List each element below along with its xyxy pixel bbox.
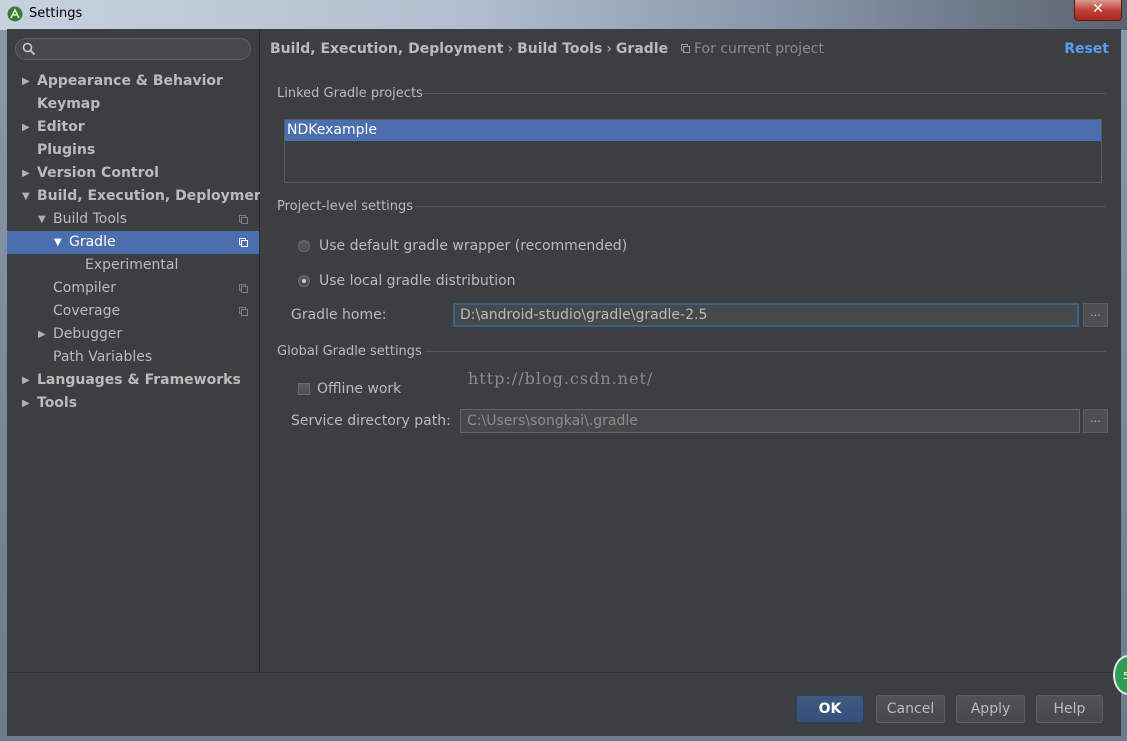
section-divider (415, 206, 1106, 207)
ok-button[interactable]: OK (796, 695, 864, 723)
sidebar-item-label: Debugger (53, 326, 123, 342)
gradle-home-input[interactable]: D:\android-studio\gradle\gradle-2.5 (453, 303, 1079, 327)
section-project-level: Project-level settings (277, 199, 414, 214)
breadcrumb-part: Build Tools (517, 41, 603, 57)
android-studio-icon (7, 6, 23, 22)
search-icon (22, 42, 36, 56)
scope-note: For current project (694, 41, 824, 57)
section-divider (425, 351, 1106, 352)
breadcrumb: Build, Execution, Deployment › Build Tools… (270, 41, 824, 57)
project-scope-icon (239, 307, 248, 316)
expand-arrow-icon[interactable]: ▶ (22, 162, 30, 185)
radio-local-distribution[interactable] (298, 275, 310, 287)
settings-dialog: ▶ Appearance & Behavior Keymap ▶ Editor … (7, 29, 1121, 736)
section-linked-projects: Linked Gradle projects (277, 86, 423, 101)
settings-content-panel: Build, Execution, Deployment › Build Tools… (260, 29, 1121, 672)
sidebar-item-label: Editor (37, 119, 85, 135)
offline-work-checkbox[interactable] (298, 383, 310, 395)
sidebar-item-appearance-behavior[interactable]: ▶ Appearance & Behavior (7, 70, 259, 93)
cancel-button[interactable]: Cancel (876, 695, 945, 723)
watermark-text: http://blog.csdn.net/ (468, 369, 654, 388)
collapse-arrow-icon[interactable]: ▼ (54, 231, 62, 254)
sidebar-item-version-control[interactable]: ▶ Version Control (7, 162, 259, 185)
expand-arrow-icon[interactable]: ▶ (38, 323, 46, 346)
service-directory-browse-button[interactable]: ... (1083, 409, 1108, 433)
expand-arrow-icon[interactable]: ▶ (22, 116, 30, 139)
radio-label[interactable]: Use default gradle wrapper (recommended) (319, 238, 627, 254)
sidebar-item-label: Build Tools (53, 211, 128, 227)
sidebar-item-compiler[interactable]: Compiler (7, 277, 259, 300)
sidebar-item-label: Keymap (37, 96, 101, 112)
list-item[interactable]: NDKexample (285, 120, 1101, 141)
breadcrumb-separator: › (507, 41, 514, 57)
collapse-arrow-icon[interactable]: ▼ (38, 208, 46, 231)
help-button[interactable]: Help (1036, 695, 1103, 723)
expand-arrow-icon[interactable]: ▶ (22, 369, 30, 392)
sidebar-item-label: Build, Execution, Deployment (37, 188, 271, 204)
sidebar-item-label: Coverage (53, 303, 121, 319)
sidebar-item-experimental[interactable]: Experimental (7, 254, 259, 277)
sidebar-item-label: Languages & Frameworks (37, 372, 241, 388)
settings-sidebar: ▶ Appearance & Behavior Keymap ▶ Editor … (7, 29, 271, 672)
breadcrumb-part: Build, Execution, Deployment (270, 41, 504, 57)
sidebar-item-label: Experimental (85, 257, 179, 273)
sidebar-item-label: Tools (37, 395, 78, 411)
sidebar-item-label: Version Control (37, 165, 159, 181)
close-button[interactable]: ✕ (1074, 0, 1122, 21)
collapse-arrow-icon[interactable]: ▼ (22, 185, 30, 208)
reset-link[interactable]: Reset (1064, 41, 1109, 57)
project-scope-icon (680, 44, 690, 53)
search-field[interactable] (15, 38, 251, 60)
section-divider (422, 93, 1106, 94)
sidebar-item-build-execution-deployment[interactable]: ▼ Build, Execution, Deployment (7, 185, 271, 208)
expand-arrow-icon[interactable]: ▶ (22, 70, 30, 93)
apply-button[interactable]: Apply (956, 695, 1025, 723)
sidebar-item-label: Appearance & Behavior (37, 73, 223, 89)
sidebar-item-label: Compiler (53, 280, 117, 296)
title-bar[interactable]: Settings ✕ (0, 0, 1127, 30)
sidebar-item-languages-frameworks[interactable]: ▶ Languages & Frameworks (7, 369, 259, 392)
sidebar-item-label: Path Variables (53, 349, 153, 365)
sidebar-item-gradle[interactable]: ▼ Gradle (7, 231, 259, 254)
section-global-settings: Global Gradle settings (277, 344, 422, 359)
sidebar-item-debugger[interactable]: ▶ Debugger (7, 323, 259, 346)
gradle-home-label: Gradle home: (291, 307, 387, 323)
expand-arrow-icon[interactable]: ▶ (22, 392, 30, 415)
radio-default-wrapper[interactable] (298, 240, 310, 252)
offline-work-label[interactable]: Offline work (317, 381, 401, 397)
sidebar-item-keymap[interactable]: Keymap (7, 93, 259, 116)
project-scope-icon (239, 215, 248, 224)
sidebar-item-tools[interactable]: ▶ Tools (7, 392, 259, 415)
sidebar-item-coverage[interactable]: Coverage (7, 300, 259, 323)
project-scope-icon (239, 238, 248, 247)
sidebar-item-label: Plugins (37, 142, 96, 158)
radio-label[interactable]: Use local gradle distribution (319, 273, 516, 289)
radio-selected-dot (302, 279, 306, 283)
service-directory-input[interactable]: C:\Users\songkai\.gradle (460, 409, 1080, 433)
sidebar-item-plugins[interactable]: Plugins (7, 139, 259, 162)
sidebar-item-editor[interactable]: ▶ Editor (7, 116, 259, 139)
dialog-button-bar: OK Cancel Apply Help (7, 672, 1121, 736)
linked-projects-list[interactable]: NDKexample (284, 119, 1102, 183)
project-scope-icon (239, 284, 248, 293)
sidebar-item-label: Gradle (69, 234, 116, 250)
breadcrumb-part: Gradle (615, 41, 669, 57)
sidebar-item-path-variables[interactable]: Path Variables (7, 346, 259, 369)
breadcrumb-separator: › (606, 41, 612, 57)
gradle-home-browse-button[interactable]: ... (1083, 303, 1108, 327)
sidebar-item-build-tools[interactable]: ▼ Build Tools (7, 208, 259, 231)
window-title: Settings (29, 6, 83, 21)
service-directory-label: Service directory path: (291, 413, 451, 429)
